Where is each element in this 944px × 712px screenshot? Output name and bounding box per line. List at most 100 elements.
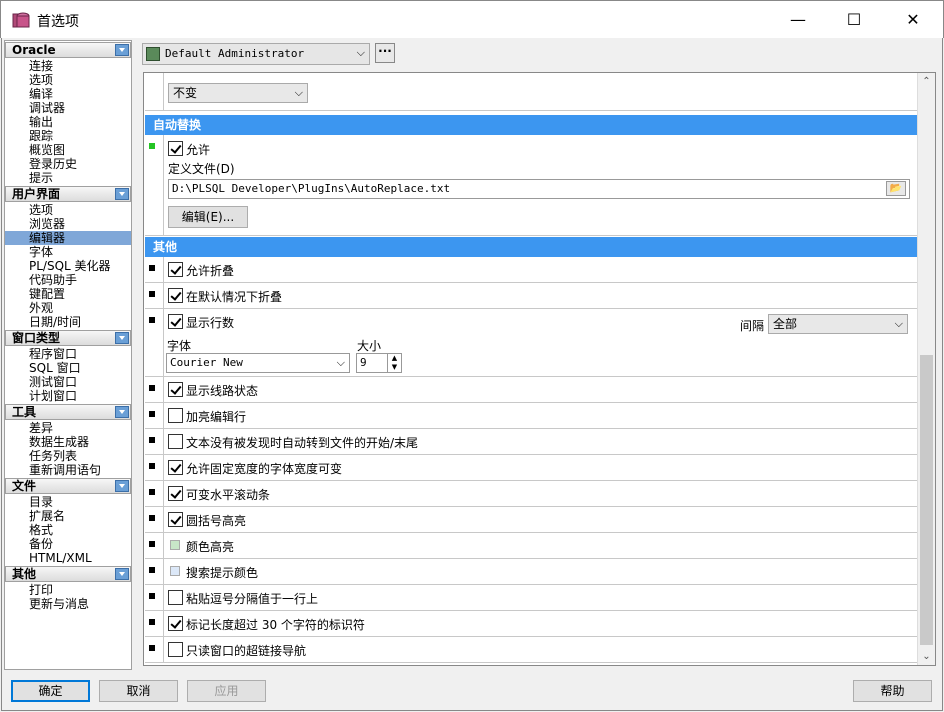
profile-more-button[interactable]: ··· xyxy=(375,43,395,63)
nav-item[interactable]: 调试器 xyxy=(5,101,131,115)
color-swatch[interactable] xyxy=(170,540,180,550)
apply-button[interactable]: 应用 xyxy=(187,680,266,702)
allow-checkbox[interactable] xyxy=(168,141,183,156)
interval-select[interactable]: 全部 ⌵ xyxy=(768,314,908,334)
chevron-down-icon: ⌵ xyxy=(894,317,903,330)
option-label: 显示线路状态 xyxy=(186,384,259,398)
nav-item[interactable]: 跟踪 xyxy=(5,129,131,143)
option-checkbox[interactable] xyxy=(168,314,183,329)
nav-item[interactable]: 日期/时间 xyxy=(5,315,131,329)
color-swatch[interactable] xyxy=(170,566,180,576)
nav-item[interactable]: 编译 xyxy=(5,87,131,101)
option-label: 在默认情况下折叠 xyxy=(186,290,283,304)
nav-item[interactable]: 更新与消息 xyxy=(5,597,131,611)
option-checkbox[interactable] xyxy=(168,512,183,527)
collapse-icon[interactable] xyxy=(115,480,129,492)
option-checkbox[interactable] xyxy=(168,590,183,605)
collapse-icon[interactable] xyxy=(115,44,129,56)
nav-item[interactable]: 扩展名 xyxy=(5,509,131,523)
nav-group-header[interactable]: 用户界面 xyxy=(5,186,131,202)
nav-item[interactable]: 输出 xyxy=(5,115,131,129)
font-select[interactable]: Courier New ⌵ xyxy=(166,353,350,373)
nav-item[interactable]: 选项 xyxy=(5,73,131,87)
edit-button[interactable]: 编辑(E)... xyxy=(168,206,248,228)
option-checkbox[interactable] xyxy=(168,460,183,475)
size-value: 9 xyxy=(360,356,367,369)
row-marker xyxy=(149,437,155,443)
nav-item[interactable]: 备份 xyxy=(5,537,131,551)
scroll-down-icon[interactable]: ⌄ xyxy=(918,648,935,665)
nav-item[interactable]: 任务列表 xyxy=(5,449,131,463)
maximize-button[interactable]: ☐ xyxy=(831,1,877,39)
collapse-icon[interactable] xyxy=(115,332,129,344)
option-label: 只读窗口的超链接导航 xyxy=(186,644,307,658)
nav-item[interactable]: HTML/XML xyxy=(5,551,131,565)
def-file-input[interactable]: D:\PLSQL Developer\PlugIns\AutoReplace.t… xyxy=(168,179,910,199)
def-file-value: D:\PLSQL Developer\PlugIns\AutoReplace.t… xyxy=(172,182,451,195)
profile-select[interactable]: Default Administrator ⌵ xyxy=(142,43,370,65)
nav-group-header[interactable]: 窗口类型 xyxy=(5,330,131,346)
nav-item[interactable]: 字体 xyxy=(5,245,131,259)
option-checkbox[interactable] xyxy=(168,382,183,397)
nav-item[interactable]: 测试窗口 xyxy=(5,375,131,389)
nav-item[interactable]: 差异 xyxy=(5,421,131,435)
option-checkbox[interactable] xyxy=(168,616,183,631)
nav-group-header[interactable]: 其他 xyxy=(5,566,131,582)
nav-item[interactable]: 打印 xyxy=(5,583,131,597)
row-content: 在默认情况下折叠 xyxy=(163,283,282,308)
profile-icon xyxy=(146,47,160,61)
collapse-icon[interactable] xyxy=(115,406,129,418)
option-row-partial: 不变 ⌵ xyxy=(145,73,917,111)
option-checkbox[interactable] xyxy=(168,288,183,303)
nav-group-header[interactable]: 文件 xyxy=(5,478,131,494)
nav-item[interactable]: 提示 xyxy=(5,171,131,185)
nav-item[interactable]: 数据生成器 xyxy=(5,435,131,449)
row-marker xyxy=(149,593,155,599)
nav-item[interactable]: SQL 窗口 xyxy=(5,361,131,375)
nav-item[interactable]: 目录 xyxy=(5,495,131,509)
minimize-button[interactable]: — xyxy=(775,1,821,39)
cancel-button[interactable]: 取消 xyxy=(99,680,178,702)
option-checkbox[interactable] xyxy=(168,408,183,423)
scroll-thumb[interactable] xyxy=(920,355,933,645)
option-label: 圆括号高亮 xyxy=(186,514,247,528)
nav-item[interactable]: PL/SQL 美化器 xyxy=(5,259,131,273)
option-row: 在默认情况下折叠 xyxy=(145,283,917,309)
size-label: 大小 xyxy=(357,339,382,353)
nav-group-header[interactable]: 工具 xyxy=(5,404,131,420)
row-content: 允许 定义文件(D) D:\PLSQL Developer\PlugIns\Au… xyxy=(163,135,910,235)
nav-item[interactable]: 概览图 xyxy=(5,143,131,157)
row-marker xyxy=(149,567,155,573)
nav-item[interactable]: 浏览器 xyxy=(5,217,131,231)
folder-icon[interactable]: 📂 xyxy=(886,181,906,196)
size-stepper[interactable]: 9 ▲ ▼ xyxy=(356,353,402,373)
nav-item[interactable]: 编辑器 xyxy=(5,231,131,245)
nav-group-header[interactable]: Oracle xyxy=(5,42,131,58)
row-marker xyxy=(149,385,155,391)
nav-item[interactable]: 重新调用语句 xyxy=(5,463,131,477)
help-button[interactable]: 帮助 xyxy=(853,680,932,702)
vertical-scrollbar[interactable]: ⌃ ⌄ xyxy=(917,73,935,665)
close-button[interactable]: ✕ xyxy=(890,1,936,39)
top-combo[interactable]: 不变 ⌵ xyxy=(168,83,308,103)
collapse-icon[interactable] xyxy=(115,568,129,580)
nav-item[interactable]: 代码助手 xyxy=(5,273,131,287)
option-checkbox[interactable] xyxy=(168,434,183,449)
spin-arrows-icon[interactable]: ▲ ▼ xyxy=(387,354,401,372)
nav-item[interactable]: 登录历史 xyxy=(5,157,131,171)
def-file-label: 定义文件(D) xyxy=(168,162,235,176)
nav-item[interactable]: 计划窗口 xyxy=(5,389,131,403)
nav-item[interactable]: 选项 xyxy=(5,203,131,217)
ok-button[interactable]: 确定 xyxy=(11,680,90,702)
nav-item[interactable]: 程序窗口 xyxy=(5,347,131,361)
nav-item[interactable]: 键配置 xyxy=(5,287,131,301)
collapse-icon[interactable] xyxy=(115,188,129,200)
row-marker xyxy=(149,489,155,495)
option-checkbox[interactable] xyxy=(168,486,183,501)
option-checkbox[interactable] xyxy=(168,262,183,277)
nav-item[interactable]: 外观 xyxy=(5,301,131,315)
option-checkbox[interactable] xyxy=(168,642,183,657)
nav-item[interactable]: 连接 xyxy=(5,59,131,73)
nav-item[interactable]: 格式 xyxy=(5,523,131,537)
scroll-up-icon[interactable]: ⌃ xyxy=(918,73,935,90)
